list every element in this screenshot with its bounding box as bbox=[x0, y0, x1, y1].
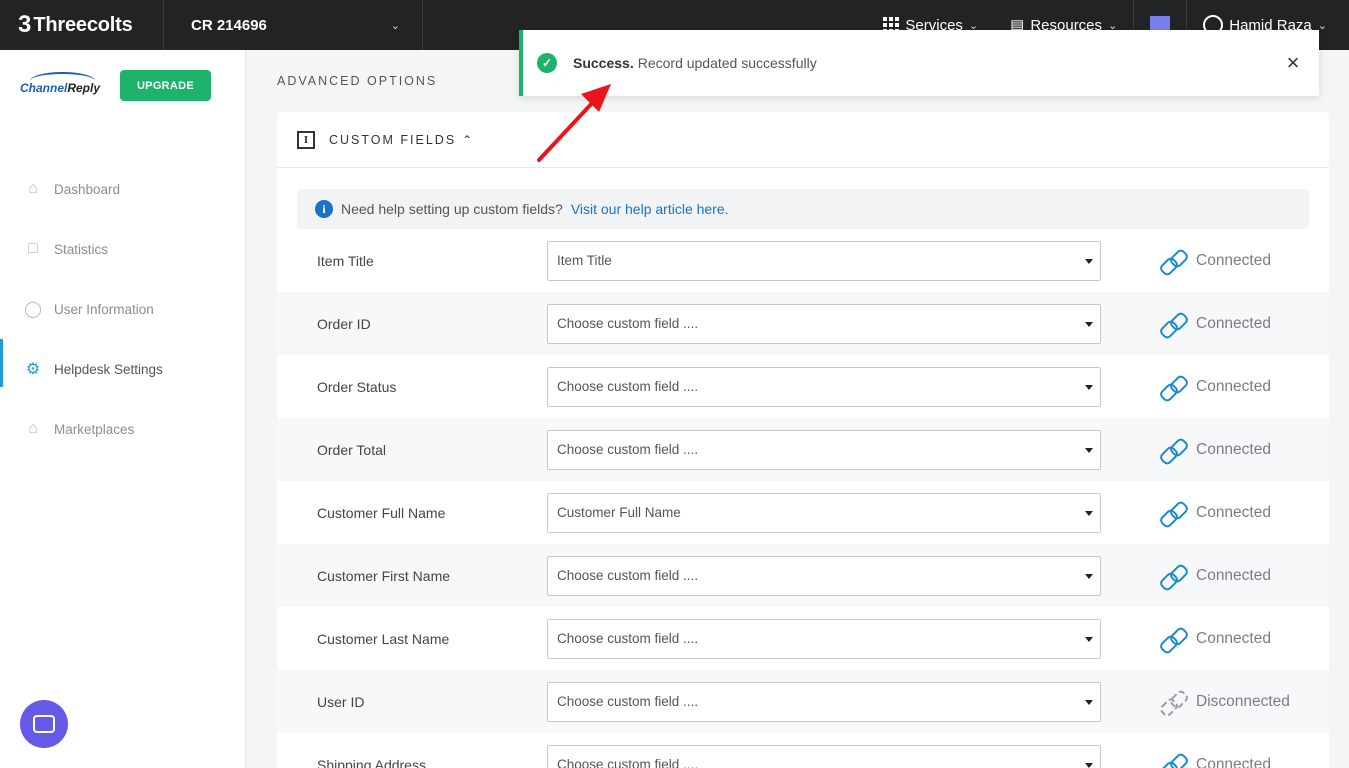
custom-fields-header[interactable]: I CUSTOM FIELDS ⌃ bbox=[277, 112, 1329, 168]
text-field-icon: I bbox=[297, 130, 315, 149]
brand-name: Threecolts bbox=[33, 13, 133, 36]
chevron-down-icon: ⌄ bbox=[1317, 19, 1327, 32]
field-select[interactable]: Choose custom field .... bbox=[547, 303, 1101, 344]
account-selector[interactable]: CR 214696 ⌄ bbox=[164, 0, 423, 50]
connection-status: Connected bbox=[1160, 626, 1271, 652]
field-label: Customer Last Name bbox=[317, 630, 450, 647]
connection-status: Connected bbox=[1160, 500, 1271, 526]
field-label: Customer First Name bbox=[317, 567, 451, 584]
sidebar-item-statistics[interactable]: □ Statistics bbox=[0, 219, 246, 279]
caret-down-icon bbox=[1085, 573, 1093, 579]
link-icon bbox=[1160, 248, 1186, 274]
custom-fields-card: I CUSTOM FIELDS ⌃ i Need help setting up… bbox=[277, 112, 1329, 768]
toast-message: Record updated successfully bbox=[637, 55, 817, 71]
field-select[interactable]: Choose custom field .... bbox=[547, 744, 1101, 768]
link-icon bbox=[1160, 500, 1186, 526]
table-row: Shipping Address Choose custom field ...… bbox=[277, 733, 1329, 768]
field-label: Order Status bbox=[317, 378, 397, 395]
help-banner: i Need help setting up custom fields? Vi… bbox=[297, 189, 1309, 229]
home-icon: ⌂ bbox=[28, 180, 38, 197]
connection-status: Disconnected bbox=[1160, 689, 1290, 715]
link-icon bbox=[1160, 626, 1186, 652]
chevron-down-icon: ⌄ bbox=[390, 19, 400, 32]
card-title: CUSTOM FIELDS bbox=[329, 132, 457, 147]
brand-mark: 3 bbox=[18, 11, 32, 38]
sidebar-item-marketplaces[interactable]: ⌂ Marketplaces bbox=[0, 399, 246, 459]
gear-icon: ⚙ bbox=[25, 361, 41, 378]
link-icon bbox=[1160, 563, 1186, 589]
field-select[interactable]: Customer Full Name bbox=[547, 492, 1101, 533]
connection-status: Connected bbox=[1160, 752, 1271, 768]
field-label: Order ID bbox=[317, 315, 371, 332]
field-label: Customer Full Name bbox=[317, 504, 446, 521]
connection-status: Connected bbox=[1160, 563, 1271, 589]
connection-status: Connected bbox=[1160, 248, 1271, 274]
caret-down-icon bbox=[1085, 384, 1093, 390]
table-row: Customer Full Name Customer Full Name Co… bbox=[277, 481, 1329, 544]
field-select[interactable]: Choose custom field .... bbox=[547, 429, 1101, 470]
close-icon[interactable]: × bbox=[1281, 51, 1305, 75]
link-icon bbox=[1160, 437, 1186, 463]
field-select[interactable]: Choose custom field .... bbox=[547, 618, 1101, 659]
field-label: Shipping Address bbox=[317, 756, 426, 768]
channelreply-logo[interactable]: ChannelReply bbox=[20, 72, 100, 106]
caret-down-icon bbox=[1085, 636, 1093, 642]
table-row: Order ID Choose custom field .... Connec… bbox=[277, 292, 1329, 355]
connection-status: Connected bbox=[1160, 311, 1271, 337]
custom-fields-list: Item Title Item Title Connected Order ID… bbox=[277, 229, 1329, 768]
threecolts-logo[interactable]: 3 Threecolts bbox=[0, 0, 164, 50]
chat-launcher-button[interactable] bbox=[20, 700, 68, 748]
broken-link-icon bbox=[1160, 689, 1186, 715]
info-icon: i bbox=[315, 200, 333, 218]
clipboard-icon: □ bbox=[28, 240, 38, 257]
sidebar-item-user-information[interactable]: ◯ User Information bbox=[0, 279, 246, 339]
link-icon bbox=[1160, 374, 1186, 400]
field-label: Order Total bbox=[317, 441, 386, 458]
connection-status: Connected bbox=[1160, 374, 1271, 400]
check-circle-icon: ✓ bbox=[537, 53, 557, 73]
link-icon bbox=[1160, 752, 1186, 768]
chat-icon bbox=[33, 715, 55, 733]
account-name: CR 214696 bbox=[191, 16, 267, 34]
field-select[interactable]: Item Title bbox=[547, 240, 1101, 281]
toast-title: Success. bbox=[573, 55, 634, 71]
field-label: Item Title bbox=[317, 252, 374, 269]
chevron-up-icon[interactable]: ⌃ bbox=[462, 133, 472, 147]
link-icon bbox=[1160, 311, 1186, 337]
field-label: User ID bbox=[317, 693, 365, 710]
table-row: User ID Choose custom field .... Disconn… bbox=[277, 670, 1329, 733]
help-text: Need help setting up custom fields? bbox=[341, 201, 563, 217]
success-toast: ✓ Success. Record updated successfully × bbox=[519, 30, 1319, 96]
user-icon: ◯ bbox=[24, 301, 42, 318]
help-article-link[interactable]: Visit our help article here. bbox=[571, 201, 729, 217]
caret-down-icon bbox=[1085, 447, 1093, 453]
annotation-arrow-icon bbox=[537, 84, 611, 162]
table-row: Order Status Choose custom field .... Co… bbox=[277, 355, 1329, 418]
caret-down-icon bbox=[1085, 762, 1093, 768]
field-select[interactable]: Choose custom field .... bbox=[547, 681, 1101, 722]
connection-status: Connected bbox=[1160, 437, 1271, 463]
store-icon: ⌂ bbox=[28, 420, 38, 437]
sidebar-item-helpdesk-settings[interactable]: ⚙ Helpdesk Settings bbox=[0, 339, 246, 399]
sidebar-nav: ⌂ Dashboard □ Statistics ◯ User Informat… bbox=[0, 159, 246, 459]
table-row: Customer Last Name Choose custom field .… bbox=[277, 607, 1329, 670]
upgrade-button[interactable]: UPGRADE bbox=[120, 70, 211, 101]
caret-down-icon bbox=[1085, 258, 1093, 264]
caret-down-icon bbox=[1085, 510, 1093, 516]
table-row: Order Total Choose custom field .... Con… bbox=[277, 418, 1329, 481]
caret-down-icon bbox=[1085, 699, 1093, 705]
caret-down-icon bbox=[1085, 321, 1093, 327]
table-row: Item Title Item Title Connected bbox=[277, 229, 1329, 292]
sidebar: ChannelReply UPGRADE ⌂ Dashboard □ Stati… bbox=[0, 50, 246, 768]
field-select[interactable]: Choose custom field .... bbox=[547, 555, 1101, 596]
sidebar-item-dashboard[interactable]: ⌂ Dashboard bbox=[0, 159, 246, 219]
section-title: ADVANCED OPTIONS bbox=[277, 74, 438, 88]
field-select[interactable]: Choose custom field .... bbox=[547, 366, 1101, 407]
table-row: Customer First Name Choose custom field … bbox=[277, 544, 1329, 607]
